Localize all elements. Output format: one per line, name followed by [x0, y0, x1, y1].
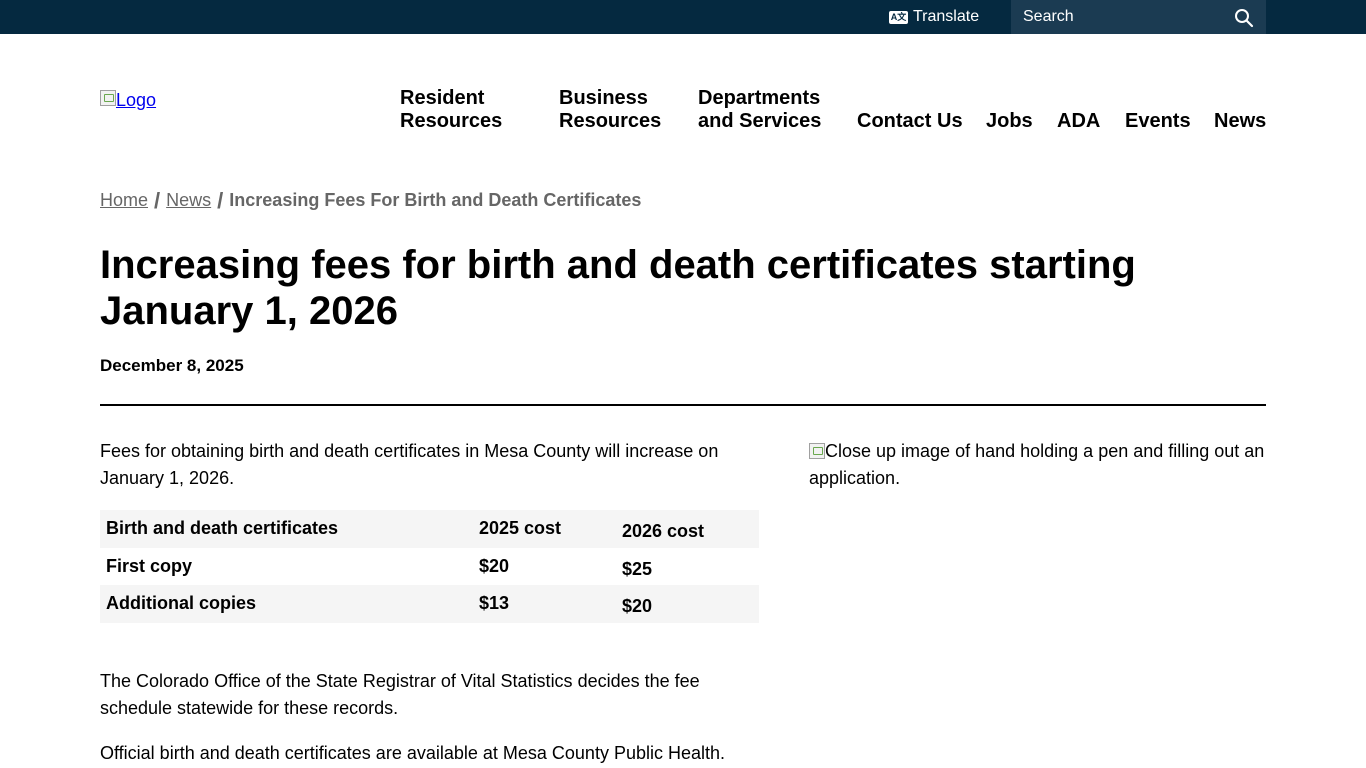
breadcrumb: Home / News / Increasing Fees For Birth … — [100, 187, 642, 213]
top-utility-bar: A文 Translate — [0, 0, 1366, 34]
table-header-cell: Birth and death certificates — [106, 518, 339, 539]
table-cell: $20 — [622, 596, 653, 617]
nav-item-jobs[interactable]: Jobs — [986, 110, 1033, 133]
body-paragraph: The Colorado Office of the State Registr… — [100, 671, 700, 718]
post-date: December 8, 2025 — [100, 356, 244, 375]
table-cell: Additional copies — [106, 593, 257, 614]
nav-label-line2: Resources — [559, 110, 662, 132]
nav-label-line2: and Services — [698, 110, 822, 132]
main-navigation: Resident Resources Business Resources De… — [0, 87, 1366, 137]
search-box — [1011, 0, 1266, 34]
breadcrumb-home-link[interactable]: Home — [100, 190, 148, 211]
nav-item-departments-and-services[interactable]: Departments and Services — [698, 87, 821, 133]
nav-item-news[interactable]: News — [1214, 110, 1266, 133]
nav-label-line1: Departments — [698, 87, 821, 109]
nav-item-ada[interactable]: ADA — [1057, 110, 1100, 133]
intro-paragraph: Fees for obtaining birth and death certi… — [100, 441, 719, 488]
table-header-cell: 2026 cost — [622, 521, 705, 542]
nav-item-events[interactable]: Events — [1125, 110, 1191, 133]
table-cell: First copy — [106, 555, 193, 576]
breadcrumb-news-link[interactable]: News — [166, 190, 211, 211]
nav-label-line2: Resources — [400, 110, 503, 132]
page-title: Increasing fees for birth and death cert… — [100, 243, 1136, 333]
broken-image-icon — [809, 443, 825, 459]
nav-label-line1: Resident — [400, 87, 485, 109]
table-row: Additional copies $13 $20 — [100, 585, 759, 623]
divider — [100, 404, 1266, 406]
article-image: Close up image of hand holding a pen and… — [809, 438, 1269, 492]
table-header-row: Birth and death certificates 2025 cost 2… — [100, 510, 759, 548]
table-header-cell: 2025 cost — [479, 518, 562, 539]
translate-button[interactable]: A文 Translate — [889, 0, 979, 34]
nav-item-contact-us[interactable]: Contact Us — [857, 110, 963, 133]
nav-item-business-resources[interactable]: Business Resources — [559, 87, 661, 133]
table-cell: $13 — [479, 593, 510, 614]
search-icon — [1235, 9, 1254, 28]
breadcrumb-separator: / — [154, 187, 161, 213]
breadcrumb-separator: / — [217, 187, 224, 213]
article-image-alt-text: Close up image of hand holding a pen and… — [809, 441, 1265, 488]
table-row: First copy $20 $25 — [100, 548, 759, 586]
translate-label: Translate — [913, 8, 980, 25]
nav-item-resident-resources[interactable]: Resident Resources — [400, 87, 502, 133]
translate-icon: A文 — [889, 10, 908, 24]
search-button[interactable] — [1234, 8, 1254, 28]
breadcrumb-current: Increasing Fees For Birth and Death Cert… — [229, 190, 642, 210]
body-paragraph: Official birth and death certificates ar… — [100, 743, 725, 763]
fees-table: Birth and death certificates 2025 cost 2… — [100, 510, 759, 623]
table-cell: $20 — [479, 555, 510, 576]
search-input[interactable] — [1011, 0, 1216, 34]
nav-label-line1: Business — [559, 87, 648, 109]
table-cell: $25 — [622, 558, 653, 579]
